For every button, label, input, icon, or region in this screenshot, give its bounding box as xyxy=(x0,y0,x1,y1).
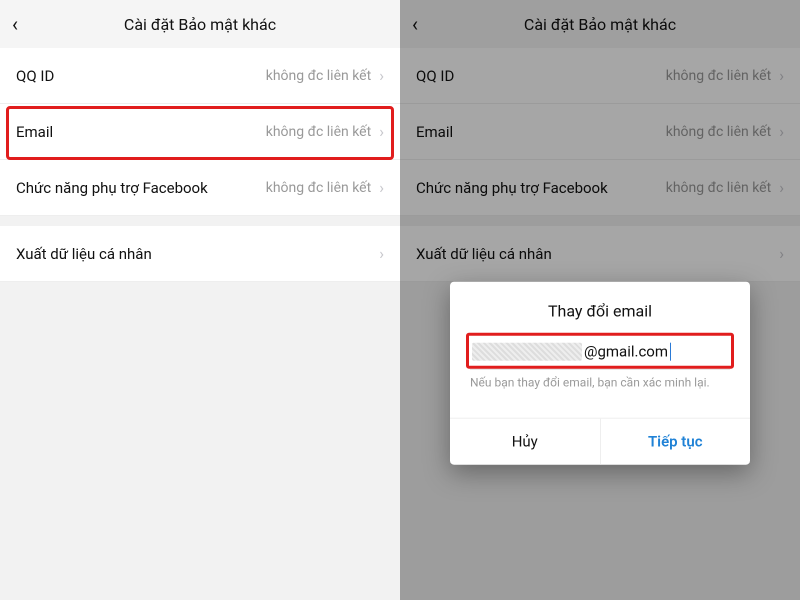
row-value: không đc liên kết xyxy=(266,124,371,140)
dialog-title: Thay đổi email xyxy=(470,302,730,321)
row-qq-id[interactable]: QQ ID không đc liên kết › xyxy=(400,48,800,104)
chevron-right-icon: › xyxy=(779,66,784,85)
row-email[interactable]: Email không đc liên kết › xyxy=(400,104,800,160)
chevron-right-icon: › xyxy=(379,244,384,263)
cancel-button[interactable]: Hủy xyxy=(450,419,601,465)
row-label: Email xyxy=(416,123,666,141)
row-value: không đc liên kết xyxy=(666,124,771,140)
row-label: Xuất dữ liệu cá nhân xyxy=(16,245,371,263)
row-value: không đc liên kết xyxy=(666,180,771,196)
row-label: Chức năng phụ trợ Facebook xyxy=(416,179,666,197)
email-suffix: @gmail.com xyxy=(584,343,668,361)
row-label: QQ ID xyxy=(16,67,266,85)
row-value: không đc liên kết xyxy=(266,68,371,84)
page-title: Cài đặt Bảo mật khác xyxy=(124,15,276,34)
back-icon[interactable]: ‹ xyxy=(12,14,18,34)
header: ‹ Cài đặt Bảo mật khác xyxy=(400,0,800,48)
dialog-actions: Hủy Tiếp tục xyxy=(450,418,750,465)
section-gap xyxy=(0,216,400,226)
row-label: Email xyxy=(16,123,266,141)
chevron-right-icon: › xyxy=(779,244,784,263)
email-input[interactable]: @gmail.com xyxy=(470,339,730,370)
continue-button[interactable]: Tiếp tục xyxy=(601,419,751,465)
row-facebook[interactable]: Chức năng phụ trợ Facebook không đc liên… xyxy=(0,160,400,216)
panel-left: ‹ Cài đặt Bảo mật khác QQ ID không đc li… xyxy=(0,0,400,600)
row-facebook[interactable]: Chức năng phụ trợ Facebook không đc liên… xyxy=(400,160,800,216)
chevron-right-icon: › xyxy=(779,178,784,197)
page-title: Cài đặt Bảo mật khác xyxy=(524,15,676,34)
email-redacted xyxy=(472,343,582,361)
row-label: QQ ID xyxy=(416,67,666,85)
row-value: không đc liên kết xyxy=(266,180,371,196)
panel-right: ‹ Cài đặt Bảo mật khác QQ ID không đc li… xyxy=(400,0,800,600)
section-gap xyxy=(400,216,800,226)
chevron-right-icon: › xyxy=(779,122,784,141)
row-export-data[interactable]: Xuất dữ liệu cá nhân › xyxy=(0,226,400,282)
row-label: Chức năng phụ trợ Facebook xyxy=(16,179,266,197)
back-icon[interactable]: ‹ xyxy=(412,14,418,34)
chevron-right-icon: › xyxy=(379,66,384,85)
settings-list: QQ ID không đc liên kết › Email không đc… xyxy=(400,48,800,282)
row-email[interactable]: Email không đc liên kết › xyxy=(0,104,400,160)
row-value: không đc liên kết xyxy=(666,68,771,84)
text-caret xyxy=(670,343,671,361)
change-email-dialog: Thay đổi email @gmail.com Nếu bạn thay đ… xyxy=(450,282,750,465)
chevron-right-icon: › xyxy=(379,178,384,197)
settings-list: QQ ID không đc liên kết › Email không đc… xyxy=(0,48,400,282)
row-export-data[interactable]: Xuất dữ liệu cá nhân › xyxy=(400,226,800,282)
row-qq-id[interactable]: QQ ID không đc liên kết › xyxy=(0,48,400,104)
row-label: Xuất dữ liệu cá nhân xyxy=(416,245,771,263)
dialog-hint: Nếu bạn thay đổi email, bạn cần xác minh… xyxy=(470,376,730,390)
header: ‹ Cài đặt Bảo mật khác xyxy=(0,0,400,48)
chevron-right-icon: › xyxy=(379,122,384,141)
